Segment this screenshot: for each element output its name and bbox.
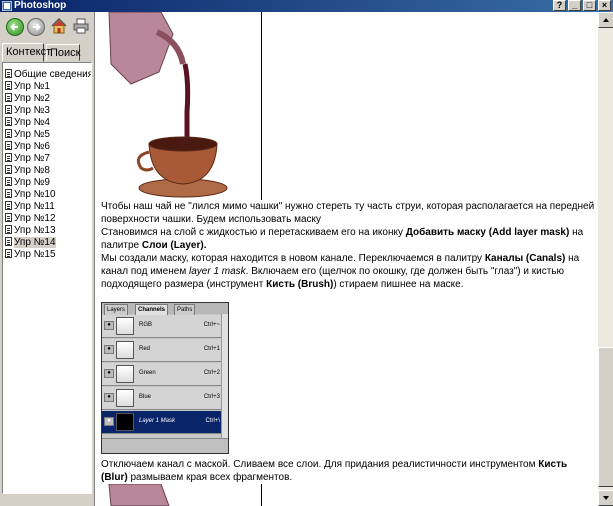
document-icon	[5, 165, 12, 174]
channel-thumbnail	[116, 413, 134, 431]
tree-item-ex10[interactable]: Упр №10	[5, 189, 56, 201]
channel-thumbnail	[116, 389, 134, 407]
eye-icon: ●	[104, 393, 114, 402]
vertical-scrollbar[interactable]	[598, 12, 613, 506]
document-icon	[5, 177, 12, 186]
next-image-top	[101, 484, 262, 506]
tea-pouring-image	[101, 12, 262, 200]
document-icon	[5, 201, 12, 210]
channels-panel-image: Layers Channels Paths ● RGB Ctrl+~ ● Red C…	[101, 302, 229, 454]
document-icon	[5, 129, 12, 138]
document-icon	[5, 213, 12, 222]
back-button[interactable]	[6, 18, 24, 36]
tab-context[interactable]: Контекст	[2, 43, 51, 62]
document-icon	[5, 237, 12, 246]
channels-panel-footer	[102, 438, 228, 453]
back-arrow-icon	[10, 23, 18, 31]
tree-item-ex3[interactable]: Упр №3	[5, 105, 50, 117]
tree-item-ex2[interactable]: Упр №2	[5, 93, 50, 105]
content-pane: Чтобы наш чай не "лился мимо чашки" нужн…	[94, 12, 613, 506]
tree-item-ex4[interactable]: Упр №4	[5, 117, 50, 129]
print-icon[interactable]	[73, 18, 89, 34]
eye-icon: ●	[104, 369, 114, 378]
paragraph-3: Мы создали маску, которая находится в но…	[101, 253, 580, 290]
arrow-down-icon	[603, 496, 609, 500]
tree-item-ex13[interactable]: Упр №13	[5, 225, 56, 237]
document-icon	[5, 69, 12, 78]
channel-row-red: ● Red Ctrl+1	[102, 339, 222, 362]
scroll-up-button[interactable]	[598, 12, 613, 28]
tree-item-ex7[interactable]: Упр №7	[5, 153, 50, 165]
window-title: Photoshop	[14, 0, 67, 11]
arrow-up-icon	[603, 18, 609, 22]
document-icon	[5, 117, 12, 126]
tree-item-ex12[interactable]: Упр №12	[5, 213, 56, 225]
tree-item-overview[interactable]: Общие сведения	[5, 69, 91, 81]
scroll-down-button[interactable]	[598, 490, 613, 506]
title-bar: Photoshop ? _ □ ×	[0, 0, 613, 12]
document-icon	[5, 141, 12, 150]
document-icon	[5, 105, 12, 114]
paragraph-4: Отключаем канал с маской. Сливаем все сл…	[101, 459, 568, 483]
maximize-window-button[interactable]: □	[583, 0, 596, 11]
channel-thumbnail	[116, 341, 134, 359]
tree-item-ex14[interactable]: Упр №14	[5, 237, 56, 249]
layers-tab: Layers	[104, 304, 129, 315]
forward-button[interactable]	[27, 18, 45, 36]
help-window-button[interactable]: ?	[553, 0, 566, 11]
app-icon	[2, 1, 12, 11]
document-icon	[5, 81, 12, 90]
eye-icon: ●	[104, 321, 114, 330]
channel-row-rgb: ● RGB Ctrl+~	[102, 315, 222, 338]
document-icon	[5, 249, 12, 258]
tab-search[interactable]: Поиск	[46, 44, 80, 61]
document-icon	[5, 93, 12, 102]
channels-panel-tabs: Layers Channels Paths	[102, 303, 228, 315]
channel-thumbnail	[116, 317, 134, 335]
tree-item-ex11[interactable]: Упр №11	[5, 201, 55, 213]
toolbar	[0, 12, 94, 42]
tree-item-ex8[interactable]: Упр №8	[5, 165, 50, 177]
channel-row-blue: ● Blue Ctrl+3	[102, 387, 222, 410]
forward-arrow-icon	[33, 23, 41, 31]
eye-icon: ●	[104, 345, 114, 354]
channel-thumbnail	[116, 365, 134, 383]
close-window-button[interactable]: ×	[598, 0, 611, 11]
channels-tab: Channels	[135, 304, 169, 315]
tree-item-ex9[interactable]: Упр №9	[5, 177, 50, 189]
scroll-thumb[interactable]	[598, 347, 613, 487]
contents-tree: Общие сведения Упр №1 Упр №2 Упр №3 Упр …	[2, 62, 92, 494]
document-icon	[5, 189, 12, 198]
paragraph-2: Становимся на слой с жидкостью и перетас…	[101, 227, 584, 251]
document-icon	[5, 225, 12, 234]
tree-item-ex1[interactable]: Упр №1	[5, 81, 50, 93]
channel-row-layer-mask: ● Layer 1 Mask Ctrl+\	[102, 411, 222, 434]
channels-scrollbar	[221, 314, 228, 439]
tree-item-ex6[interactable]: Упр №6	[5, 141, 50, 153]
paths-tab: Paths	[174, 304, 196, 315]
home-icon[interactable]	[51, 18, 67, 34]
paragraph-1: Чтобы наш чай не "лился мимо чашки" нужн…	[101, 201, 595, 225]
tree-item-ex5[interactable]: Упр №5	[5, 129, 50, 141]
document-icon	[5, 153, 12, 162]
tree-item-ex15[interactable]: Упр №15	[5, 249, 56, 261]
eye-icon: ●	[104, 417, 114, 426]
minimize-window-button[interactable]: _	[568, 0, 581, 11]
channel-row-green: ● Green Ctrl+2	[102, 363, 222, 386]
